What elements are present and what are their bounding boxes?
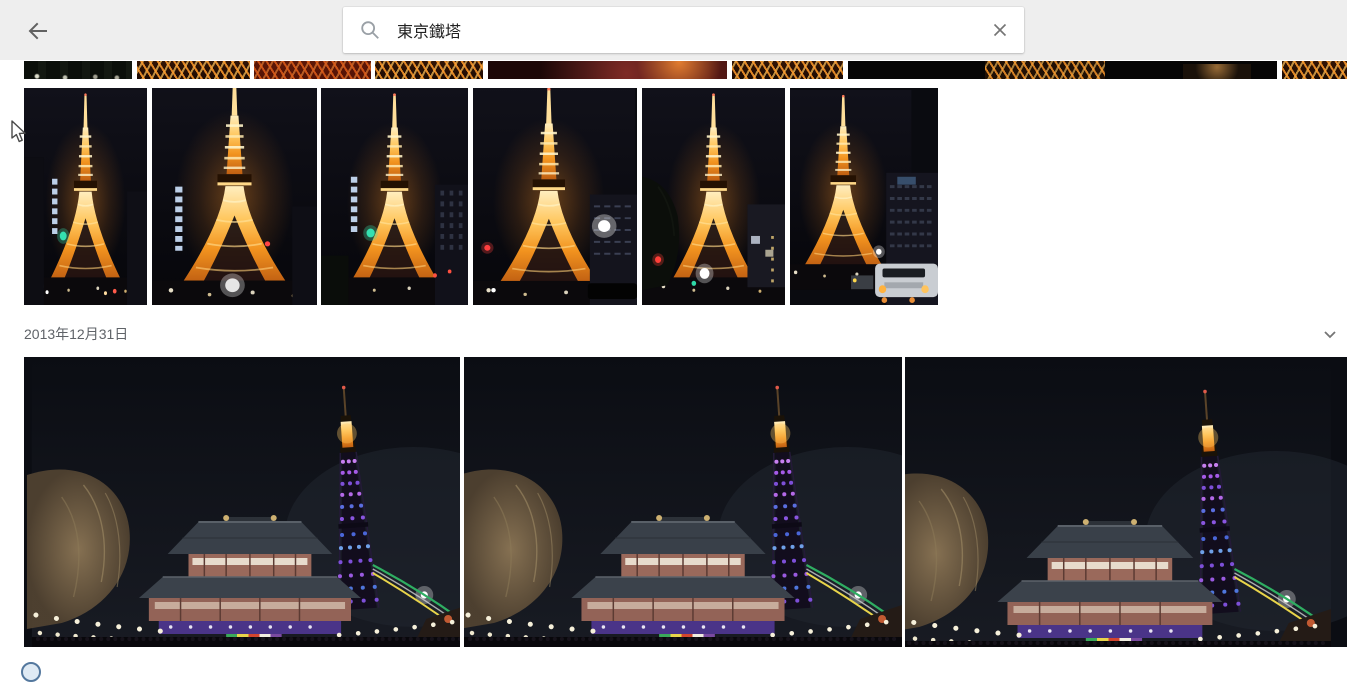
search-icon <box>361 21 379 39</box>
window-glow-patch <box>1182 63 1252 79</box>
photo-thumbnail-cropped-3[interactable] <box>254 61 371 79</box>
photo-tokyo-tower-2[interactable] <box>152 88 317 305</box>
temple-photo-art <box>24 357 460 647</box>
photos-search-page: { "header": { "search_query": "東京鐵塔", "b… <box>0 0 1347 682</box>
photo-thumbnail-cropped-1[interactable] <box>24 61 132 79</box>
photo-zojoji-temple-1[interactable] <box>24 357 460 647</box>
photo-zojoji-temple-2[interactable] <box>464 357 902 647</box>
photo-tokyo-tower-5[interactable] <box>642 88 785 305</box>
photo-thumbnail-cropped-4[interactable] <box>375 61 483 79</box>
tower-photo-art <box>790 88 938 305</box>
tower-photo-art <box>473 88 637 305</box>
photo-thumbnail-cropped-7[interactable] <box>848 61 1277 79</box>
photo-thumbnail-cropped-8[interactable] <box>1282 61 1347 79</box>
photo-tokyo-tower-3[interactable] <box>321 88 468 305</box>
tower-photo-art <box>642 88 785 305</box>
photo-tokyo-tower-6[interactable] <box>790 88 938 305</box>
photo-thumbnail-cropped-2[interactable] <box>137 61 250 79</box>
close-icon <box>993 23 1007 37</box>
photo-thumbnail-cropped-6[interactable] <box>732 61 843 79</box>
app-header <box>0 0 1347 60</box>
date-section-label: 2013年12月31日 <box>24 326 129 342</box>
temple-photo-art <box>905 357 1347 647</box>
clear-search-button[interactable] <box>989 19 1011 41</box>
chevron-down-icon <box>1324 331 1336 339</box>
tower-photo-art <box>24 88 147 305</box>
tower-photo-art <box>152 88 317 305</box>
back-button[interactable] <box>26 19 50 43</box>
date-collapse-button[interactable] <box>1318 322 1342 346</box>
arrow-left-icon <box>28 22 47 40</box>
temple-photo-art <box>464 357 902 647</box>
truss-glow-patch <box>985 61 1106 79</box>
search-bar <box>343 7 1024 53</box>
photo-tokyo-tower-1[interactable] <box>24 88 147 305</box>
tower-photo-art <box>321 88 468 305</box>
photo-tokyo-tower-4[interactable] <box>473 88 637 305</box>
partial-circle-button[interactable] <box>21 662 41 682</box>
photo-thumbnail-cropped-5[interactable] <box>488 61 727 79</box>
search-input[interactable] <box>397 7 957 53</box>
photo-zojoji-temple-3[interactable] <box>905 357 1347 647</box>
